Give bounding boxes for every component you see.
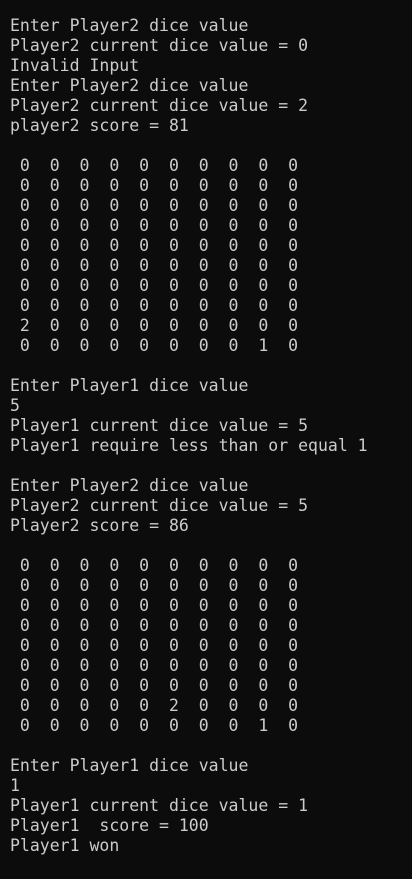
board-row: 0 0 0 0 0 0 0 0 0 0: [10, 596, 299, 615]
console-line: Enter Player1 dice value: [10, 376, 249, 395]
console-line: Player1 score = 100: [10, 816, 209, 835]
board-row: 0 0 0 0 0 0 0 0 0 0: [10, 676, 299, 695]
console-line: Player2 current dice value = 2: [10, 96, 309, 115]
console-line: Player2 current dice value = 5: [10, 496, 309, 515]
board-row: 0 0 0 0 0 0 0 0 0 0: [10, 276, 299, 295]
board-row: 0 0 0 0 0 0 0 0 1 0: [10, 716, 299, 735]
board-row: 0 0 0 0 0 0 0 0 0 0: [10, 196, 299, 215]
console-line: Player1 require less than or equal 1: [10, 436, 368, 455]
board-row: 0 0 0 0 0 0 0 0 0 0: [10, 256, 299, 275]
board-row: 0 0 0 0 0 0 0 0 0 0: [10, 576, 299, 595]
console-line: Player1 current dice value = 5: [10, 416, 309, 435]
board-row: 0 0 0 0 0 0 0 0 0 0: [10, 296, 299, 315]
console-line: Enter Player1 dice value: [10, 756, 249, 775]
console-line: Player2 current dice value = 0: [10, 36, 309, 55]
board-row: 0 0 0 0 0 0 0 0 0 0: [10, 616, 299, 635]
console-line: Enter Player2 dice value: [10, 16, 249, 35]
board-row: 0 0 0 0 0 0 0 0 0 0: [10, 176, 299, 195]
board-row: 0 0 0 0 0 0 0 0 0 0: [10, 636, 299, 655]
console-output: Enter Player2 dice value Player2 current …: [10, 16, 368, 876]
board-row: 2 0 0 0 0 0 0 0 0 0: [10, 316, 299, 335]
board-row: 0 0 0 0 0 0 0 0 0 0: [10, 656, 299, 675]
board-row: 0 0 0 0 0 0 0 0 0 0: [10, 556, 299, 575]
console-line: player2 score = 81: [10, 116, 189, 135]
board-row: 0 0 0 0 0 0 0 0 0 0: [10, 216, 299, 235]
console-line: Enter Player2 dice value: [10, 476, 249, 495]
board-row: 0 0 0 0 0 0 0 0 1 0: [10, 336, 299, 355]
console-line: Enter Player2 dice value: [10, 76, 249, 95]
board-row: [10, 736, 368, 756]
console-line: Player1 won: [10, 836, 120, 855]
console-input: Player1 current dice value = 1: [10, 796, 309, 815]
board-row: 0 0 0 0 0 2 0 0 0 0: [10, 696, 299, 715]
console-input: 5: [10, 396, 20, 415]
board-row: 0 0 0 0 0 0 0 0 0 0: [10, 156, 299, 175]
console-line: 1: [10, 776, 20, 795]
console-line: Player2 score = 86: [10, 516, 189, 535]
console-line: Invalid Input: [10, 56, 140, 75]
board-row: 0 0 0 0 0 0 0 0 0 0: [10, 236, 299, 255]
